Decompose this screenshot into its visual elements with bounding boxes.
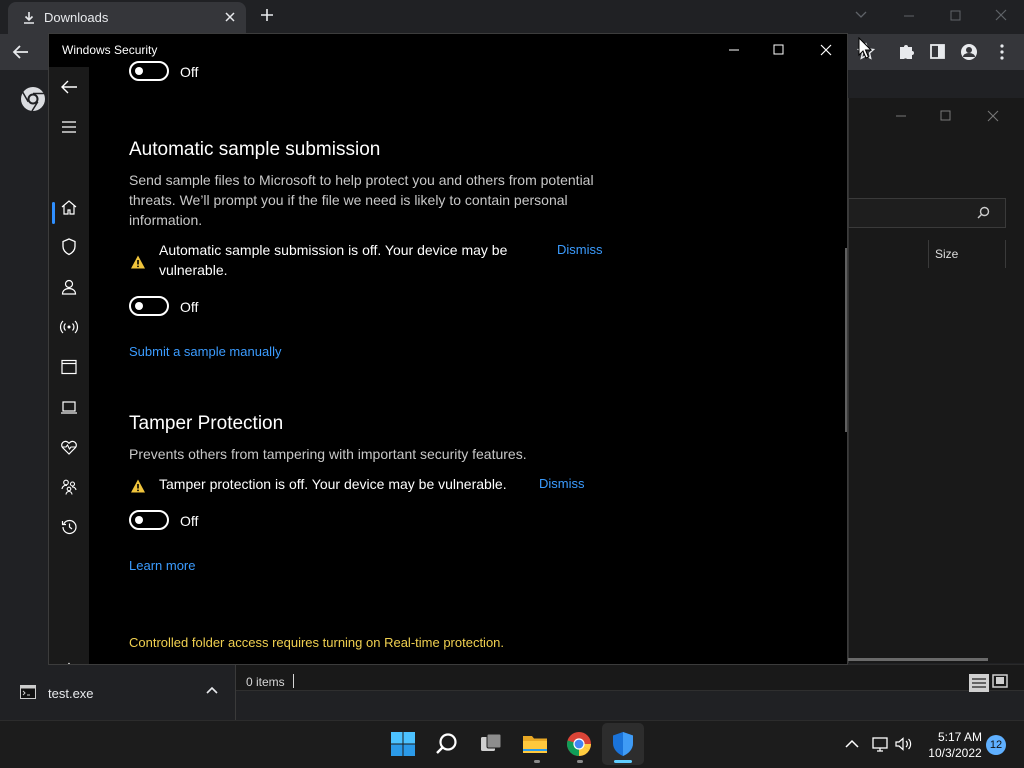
item-count-label: 0 items [246, 675, 285, 689]
download-icon [22, 11, 36, 25]
explorer-status-bar [236, 664, 1024, 690]
submit-sample-manually-link[interactable]: Submit a sample manually [129, 344, 281, 359]
sample-submission-toggle[interactable] [129, 296, 169, 316]
ws-navigation-rail [49, 67, 89, 664]
person-icon[interactable] [59, 277, 79, 297]
new-tab-icon[interactable] [260, 8, 274, 22]
chrome-toolbar-icons [856, 42, 1016, 62]
tab-title: Downloads [44, 10, 109, 25]
windows-start-icon[interactable] [390, 731, 416, 757]
task-view-icon[interactable] [478, 731, 504, 757]
chevron-up-icon[interactable] [206, 686, 218, 696]
file-explorer-icon[interactable] [522, 731, 548, 757]
laptop-icon[interactable] [59, 397, 79, 417]
explorer-search-input[interactable] [848, 198, 1006, 228]
chrome-window-controls [850, 6, 1024, 28]
tamper-protection-description: Prevents others from tampering with impo… [129, 446, 527, 462]
status-divider [293, 674, 294, 688]
controlled-folder-access-notice: Controlled folder access requires turnin… [129, 635, 505, 650]
taskbar-clock-date[interactable]: 10/3/2022 [922, 746, 988, 760]
hamburger-icon[interactable] [59, 117, 79, 137]
sample-submission-description: Send sample files to Microsoft to help p… [129, 172, 594, 228]
explorer-size-column-header[interactable]: Size [928, 240, 1006, 268]
windows-security-window: Windows Security Off Automatic sample su… [48, 33, 848, 665]
taskbar-clock-time[interactable]: 5:17 AM [930, 730, 990, 744]
vertical-scrollbar[interactable] [845, 248, 847, 432]
warning-icon [130, 254, 146, 270]
close-tab-icon[interactable] [224, 11, 236, 23]
active-indicator [614, 760, 632, 763]
chrome-logo-icon [20, 86, 46, 112]
search-icon [977, 206, 990, 219]
search-icon[interactable] [434, 731, 460, 757]
chrome-tab-downloads[interactable]: Downloads [8, 2, 246, 34]
file-explorer-window [848, 98, 1024, 663]
download-item-filename[interactable]: test.exe [48, 686, 94, 701]
back-arrow-icon[interactable] [59, 77, 79, 97]
tamper-protection-warning: Tamper protection is off. Your device ma… [159, 476, 507, 492]
home-icon[interactable] [59, 197, 79, 217]
history-icon[interactable] [59, 517, 79, 537]
explorer-horizontal-scrollbar[interactable] [848, 658, 988, 661]
nav-selection-indicator [52, 202, 55, 224]
explorer-window-controls [880, 108, 1010, 124]
shield-icon[interactable] [59, 237, 79, 257]
windows-security-shield-icon[interactable] [610, 731, 636, 757]
notification-count-badge[interactable]: 12 [986, 735, 1006, 755]
tamper-protection-toggle[interactable] [129, 510, 169, 530]
sample-dismiss-link[interactable]: Dismiss [557, 242, 603, 257]
console-app-icon [20, 685, 36, 699]
running-indicator [534, 760, 540, 763]
chrome-bottom-bar [236, 690, 1024, 720]
tamper-dismiss-link[interactable]: Dismiss [539, 476, 585, 491]
close-icon [820, 44, 832, 56]
sample-submission-warning: Automatic sample submission is off. Your… [159, 242, 508, 278]
ws-window-controls [721, 40, 847, 60]
back-arrow-icon[interactable] [12, 43, 30, 61]
wifi-antenna-icon[interactable] [59, 317, 79, 337]
settings-gear-icon[interactable] [59, 661, 79, 664]
mouse-cursor-icon [858, 37, 872, 59]
explorer-view-toggle-icons[interactable] [968, 672, 1010, 694]
running-indicator [577, 760, 583, 763]
sample-toggle-state: Off [180, 299, 199, 315]
tamper-protection-title: Tamper Protection [129, 413, 284, 434]
family-icon[interactable] [59, 477, 79, 497]
chrome-icon[interactable] [566, 731, 592, 757]
window-title: Windows Security [62, 43, 158, 57]
heart-pulse-icon[interactable] [59, 437, 79, 457]
warning-icon [130, 478, 146, 494]
sample-submission-title: Automatic sample submission [129, 139, 381, 160]
top-toggle-switch[interactable] [129, 61, 169, 81]
learn-more-link[interactable]: Learn more [129, 558, 195, 573]
browser-window-icon[interactable] [59, 357, 79, 377]
system-tray-icons[interactable] [844, 735, 916, 753]
top-toggle-state: Off [180, 64, 199, 80]
maximize-icon [773, 44, 784, 55]
tamper-toggle-state: Off [180, 513, 199, 529]
